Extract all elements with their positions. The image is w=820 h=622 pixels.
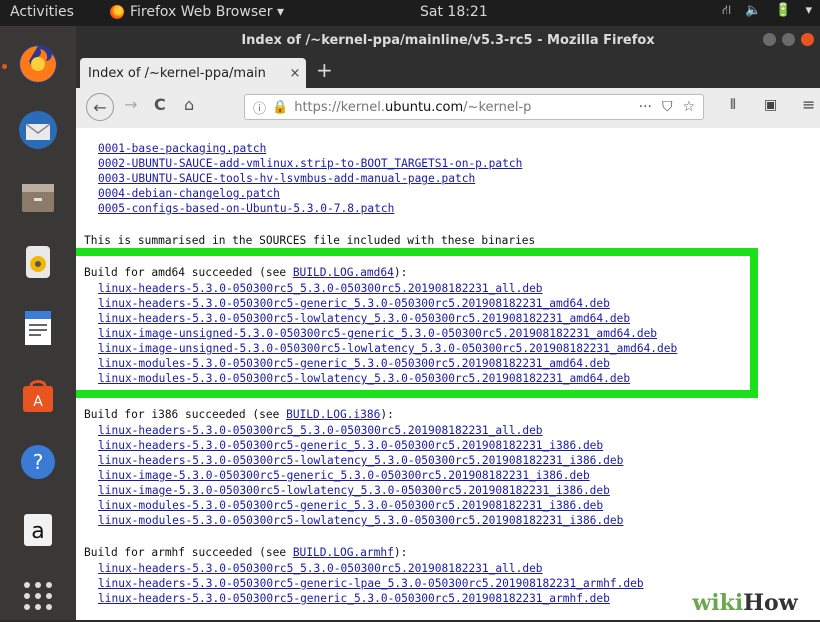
patch-link[interactable]: 0002-UBUNTU-SAUCE-add-vmlinux.strip-to-B… xyxy=(98,157,522,170)
url-bar[interactable]: ⓘ 🔒 https://kernel. ubuntu.com/~kernel-p … xyxy=(244,94,704,120)
maximize-button[interactable] xyxy=(782,33,795,46)
tab-strip: Index of /~kernel-ppa/main × + xyxy=(76,54,820,88)
patch-link[interactable]: 0005-configs-based-on-Ubuntu-5.3.0-7.8.p… xyxy=(98,202,394,215)
forward-button[interactable]: → xyxy=(124,95,137,114)
show-apps-icon[interactable] xyxy=(12,570,64,622)
software-icon[interactable]: A xyxy=(12,370,64,422)
app-menu[interactable]: Firefox Web Browser ▾ xyxy=(110,4,284,20)
deb-link[interactable]: linux-image-5.3.0-050300rc5-lowlatency_5… xyxy=(98,484,610,497)
tab-label: Index of /~kernel-ppa/main xyxy=(88,65,266,81)
menu-icon[interactable]: ≡ xyxy=(802,95,815,114)
i386-prefix: Build for i386 succeeded (see xyxy=(84,408,287,421)
amazon-icon[interactable]: a xyxy=(12,504,64,556)
battery-icon: 🔋 xyxy=(775,3,792,18)
amd64-suffix: ): xyxy=(393,266,408,279)
armhf-log-link[interactable]: BUILD.LOG.armhf xyxy=(293,546,394,559)
url-suffix: /~kernel-p xyxy=(463,99,532,115)
dock: A ? a xyxy=(0,26,76,620)
thunderbird-icon[interactable] xyxy=(12,104,64,156)
new-tab-button[interactable]: + xyxy=(316,58,333,82)
svg-text:?: ? xyxy=(33,450,44,474)
minimize-button[interactable] xyxy=(763,33,776,46)
volume-icon: 🔈 xyxy=(745,3,762,18)
armhf-prefix: Build for armhf succeeded (see xyxy=(84,546,293,559)
deb-link[interactable]: linux-image-5.3.0-050300rc5-generic_5.3.… xyxy=(98,469,590,482)
deb-link[interactable]: linux-image-unsigned-5.3.0-050300rc5-gen… xyxy=(98,327,657,340)
system-tray[interactable]: ⛙ 🔈 🔋 ▾ xyxy=(722,3,812,20)
back-button[interactable]: ← xyxy=(86,93,114,121)
nav-bar: ← → C ⌂ ⓘ 🔒 https://kernel. ubuntu.com/~k… xyxy=(76,88,820,129)
svg-text:A: A xyxy=(33,394,43,410)
patch-link[interactable]: 0001-base-packaging.patch xyxy=(98,142,266,155)
deb-link[interactable]: linux-headers-5.3.0-050300rc5-lowlatency… xyxy=(98,312,630,325)
reload-button[interactable]: C xyxy=(154,95,166,114)
firefox-window: Index of /~kernel-ppa/mainline/v5.3-rc5 … xyxy=(76,26,820,620)
tab-index[interactable]: Index of /~kernel-ppa/main × xyxy=(80,58,306,88)
amd64-prefix: Build for amd64 succeeded (see xyxy=(84,266,293,279)
deb-link[interactable]: linux-image-unsigned-5.3.0-050300rc5-low… xyxy=(98,342,677,355)
rhythmbox-icon[interactable] xyxy=(12,236,64,288)
patch-link[interactable]: 0003-UBUNTU-SAUCE-tools-hv-lsvmbus-add-m… xyxy=(98,172,475,185)
armhf-build-line: Build for armhf succeeded (see BUILD.LOG… xyxy=(84,546,407,559)
window-titlebar[interactable]: Index of /~kernel-ppa/mainline/v5.3-rc5 … xyxy=(76,26,820,54)
close-window-button[interactable] xyxy=(801,33,814,46)
activities-button[interactable]: Activities xyxy=(10,4,74,20)
firefox-icon[interactable] xyxy=(12,38,64,90)
i386-suffix: ): xyxy=(380,408,394,421)
info-icon[interactable]: ⓘ xyxy=(253,98,266,117)
deb-link[interactable]: linux-headers-5.3.0-050300rc5-generic_5.… xyxy=(98,439,603,452)
files-icon[interactable] xyxy=(12,172,64,224)
deb-link[interactable]: linux-headers-5.3.0-050300rc5_5.3.0-0503… xyxy=(98,424,543,437)
top-bar: Activities Firefox Web Browser ▾ Sat 18:… xyxy=(0,0,820,26)
amd64-log-link[interactable]: BUILD.LOG.amd64 xyxy=(293,266,394,279)
armhf-suffix: ): xyxy=(393,546,408,559)
deb-link[interactable]: linux-modules-5.3.0-050300rc5-lowlatency… xyxy=(98,514,623,527)
deb-link[interactable]: linux-headers-5.3.0-050300rc5_5.3.0-0503… xyxy=(98,282,543,295)
active-indicator xyxy=(2,64,7,69)
watermark-part2: How xyxy=(743,590,798,616)
deb-link[interactable]: linux-headers-5.3.0-050300rc5-generic_5.… xyxy=(98,592,610,605)
deb-link[interactable]: linux-headers-5.3.0-050300rc5-lowlatency… xyxy=(98,454,623,467)
svg-text:a: a xyxy=(31,519,44,544)
summary-text: This is summarised in the SOURCES file i… xyxy=(84,234,536,247)
page-actions-icon[interactable]: ··· xyxy=(639,99,652,115)
chevron-down-icon: ▾ xyxy=(805,3,812,18)
deb-link[interactable]: linux-headers-5.3.0-050300rc5_5.3.0-0503… xyxy=(98,562,543,575)
clock[interactable]: Sat 18:21 xyxy=(420,4,488,20)
page-content: 0001-base-packaging.patch 0002-UBUNTU-SA… xyxy=(76,128,820,620)
amd64-build-line: Build for amd64 succeeded (see BUILD.LOG… xyxy=(84,266,407,279)
deb-link[interactable]: linux-modules-5.3.0-050300rc5-generic_5.… xyxy=(98,499,603,512)
url-actions: ··· ⛉ ☆ xyxy=(639,99,695,115)
close-tab-icon[interactable]: × xyxy=(284,66,306,81)
home-button[interactable]: ⌂ xyxy=(184,95,194,114)
back-arrow-icon: ← xyxy=(93,97,107,117)
url-prefix: https://kernel. xyxy=(294,99,385,115)
i386-build-line: Build for i386 succeeded (see BUILD.LOG.… xyxy=(84,408,394,421)
window-title: Index of /~kernel-ppa/mainline/v5.3-rc5 … xyxy=(241,32,655,48)
network-icon: ⛙ xyxy=(721,3,732,18)
lock-icon: 🔒 xyxy=(272,99,289,115)
url-domain: ubuntu.com xyxy=(384,99,464,115)
library-icon[interactable]: ⫴ xyxy=(730,97,736,113)
deb-link[interactable]: linux-headers-5.3.0-050300rc5-generic-lp… xyxy=(98,577,644,590)
app-menu-label: Firefox Web Browser ▾ xyxy=(130,4,284,20)
deb-link[interactable]: linux-modules-5.3.0-050300rc5-lowlatency… xyxy=(98,372,630,385)
deb-link[interactable]: linux-modules-5.3.0-050300rc5-generic_5.… xyxy=(98,357,610,370)
bookmark-star-icon[interactable]: ☆ xyxy=(682,99,695,115)
sidebar-icon[interactable]: ▣ xyxy=(764,97,777,113)
patch-link[interactable]: 0004-debian-changelog.patch xyxy=(98,187,280,200)
i386-log-link[interactable]: BUILD.LOG.i386 xyxy=(286,408,380,421)
window-controls xyxy=(763,33,814,46)
watermark-part1: wiki xyxy=(692,590,744,616)
deb-link[interactable]: linux-headers-5.3.0-050300rc5-generic_5.… xyxy=(98,297,610,310)
firefox-small-icon xyxy=(110,5,124,19)
help-icon[interactable]: ? xyxy=(12,436,64,488)
wikihow-watermark: wiki How xyxy=(670,586,820,620)
writer-icon[interactable] xyxy=(12,302,64,354)
pocket-icon[interactable]: ⛉ xyxy=(662,99,673,115)
